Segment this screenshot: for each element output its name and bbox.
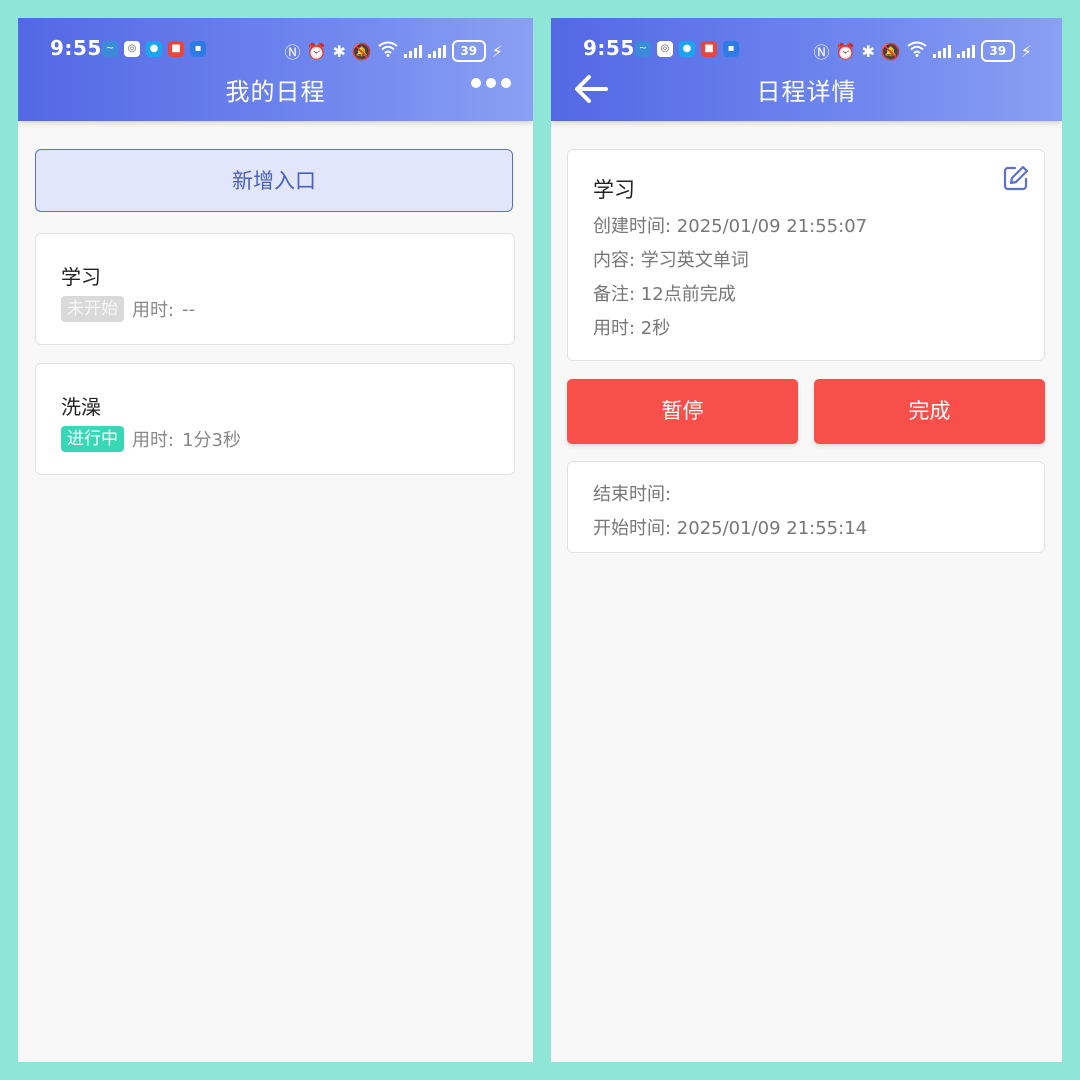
notification-icons: ~ ◎ ● ■ ▪ bbox=[102, 41, 206, 57]
edit-button[interactable] bbox=[1002, 164, 1030, 192]
status-time: 9:55 bbox=[583, 36, 635, 60]
end-time: 结束时间: bbox=[593, 484, 672, 505]
pause-button[interactable]: 暂停 bbox=[567, 379, 798, 444]
nfc-icon: Ⓝ bbox=[284, 43, 301, 62]
page-title: 日程详情 bbox=[756, 78, 857, 106]
add-entry-button[interactable]: 新增入口 bbox=[35, 149, 513, 212]
mail-app-icon: ▪ bbox=[190, 41, 206, 57]
game-controller-icon: ◎ bbox=[657, 41, 673, 57]
task-meta: 未开始 用时: -- bbox=[61, 296, 195, 322]
status-badge: 进行中 bbox=[61, 426, 124, 452]
charging-icon: ⚡ bbox=[1020, 41, 1032, 61]
alarm-icon: ⏰ bbox=[835, 41, 856, 61]
schedule-list-screen: 9:55 ~ ◎ ● ■ ▪ Ⓝ ⏰ ✱ 🔕 39 ⚡ 我的日程 新增入口 学习… bbox=[18, 18, 533, 1062]
task-title: 洗澡 bbox=[61, 395, 101, 419]
elapsed-row: 用时: 2秒 bbox=[593, 318, 671, 339]
message-bubble-icon: ● bbox=[679, 41, 695, 57]
signal-icon-2 bbox=[956, 44, 975, 58]
task-title: 学习 bbox=[593, 178, 635, 202]
signal-icon bbox=[403, 44, 422, 58]
time-card: 结束时间: 开始时间: 2025/01/09 21:55:14 bbox=[567, 461, 1045, 553]
bluetooth-icon: ✱ bbox=[332, 41, 346, 61]
notification-icons: ~ ◎ ● ■ ▪ bbox=[635, 41, 739, 57]
more-options-button[interactable] bbox=[471, 78, 511, 88]
signal-icon-2 bbox=[427, 44, 446, 58]
detail-card: 学习 创建时间: 2025/01/09 21:55:07 内容: 学习英文单词 … bbox=[567, 149, 1045, 361]
notification-app-icon: ~ bbox=[635, 41, 651, 57]
mail-app-icon: ▪ bbox=[723, 41, 739, 57]
schedule-detail-screen: 9:55 ~ ◎ ● ■ ▪ Ⓝ ⏰ ✱ 🔕 39 ⚡ 日程详情 学习 创建时间… bbox=[551, 18, 1062, 1062]
message-bubble-icon: ● bbox=[146, 41, 162, 57]
nfc-icon: Ⓝ bbox=[813, 43, 830, 62]
edit-icon bbox=[1003, 165, 1029, 191]
app-header: 9:55 ~ ◎ ● ■ ▪ Ⓝ ⏰ ✱ 🔕 39 ⚡ bbox=[551, 18, 1062, 121]
wifi-icon bbox=[378, 41, 398, 61]
app-header: 9:55 ~ ◎ ● ■ ▪ Ⓝ ⏰ ✱ 🔕 39 ⚡ bbox=[18, 18, 533, 121]
system-icons: Ⓝ ⏰ ✱ 🔕 39 ⚡ bbox=[813, 39, 1032, 63]
bluetooth-icon: ✱ bbox=[861, 41, 875, 61]
game-controller-icon: ◎ bbox=[124, 41, 140, 57]
status-bar: 9:55 ~ ◎ ● ■ ▪ Ⓝ ⏰ ✱ 🔕 39 ⚡ bbox=[18, 36, 533, 64]
status-badge: 未开始 bbox=[61, 296, 124, 322]
duration-label: 用时: bbox=[132, 300, 175, 321]
battery-icon: 39 bbox=[980, 40, 1015, 62]
charging-icon: ⚡ bbox=[491, 41, 503, 61]
task-card[interactable]: 洗澡 进行中 用时: 1分3秒 bbox=[35, 363, 515, 475]
more-horizontal-icon bbox=[471, 78, 481, 88]
wifi-icon bbox=[907, 41, 927, 61]
page-title: 我的日程 bbox=[225, 78, 326, 106]
note-row: 备注: 12点前完成 bbox=[593, 284, 736, 305]
mute-icon: 🔕 bbox=[880, 41, 901, 61]
notification-app-icon: ~ bbox=[102, 41, 118, 57]
duration-value: 1分3秒 bbox=[182, 430, 241, 451]
task-title: 学习 bbox=[61, 265, 101, 289]
status-time: 9:55 bbox=[50, 36, 102, 60]
content-row: 内容: 学习英文单词 bbox=[593, 250, 749, 271]
task-card[interactable]: 学习 未开始 用时: -- bbox=[35, 233, 515, 345]
red-app-icon: ■ bbox=[701, 41, 717, 57]
battery-icon: 39 bbox=[451, 40, 486, 62]
task-meta: 进行中 用时: 1分3秒 bbox=[61, 426, 241, 452]
red-app-icon: ■ bbox=[168, 41, 184, 57]
mute-icon: 🔕 bbox=[351, 41, 372, 61]
created-time: 创建时间: 2025/01/09 21:55:07 bbox=[593, 216, 868, 237]
status-bar: 9:55 ~ ◎ ● ■ ▪ Ⓝ ⏰ ✱ 🔕 39 ⚡ bbox=[551, 36, 1062, 64]
alarm-icon: ⏰ bbox=[306, 41, 327, 61]
signal-icon bbox=[932, 44, 951, 58]
system-icons: Ⓝ ⏰ ✱ 🔕 39 ⚡ bbox=[284, 39, 503, 63]
duration-label: 用时: bbox=[132, 430, 175, 451]
complete-button[interactable]: 完成 bbox=[814, 379, 1045, 444]
start-time: 开始时间: 2025/01/09 21:55:14 bbox=[593, 518, 868, 539]
duration-value: -- bbox=[182, 298, 196, 320]
